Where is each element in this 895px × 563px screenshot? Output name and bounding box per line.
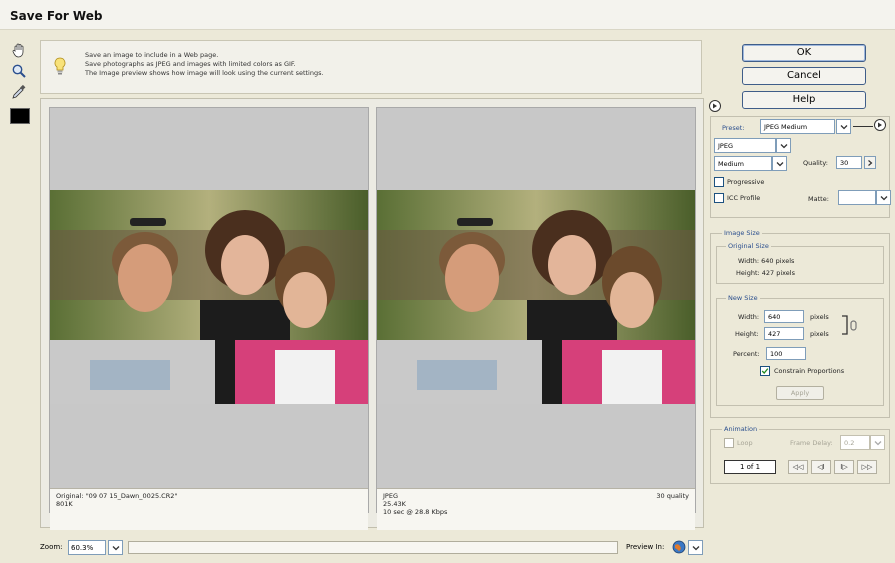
original-width-text: Width: 640 pixels [738,257,795,265]
chevron-down-icon[interactable] [772,156,787,171]
width-unit-label: pixels [810,313,829,321]
previous-frame-button[interactable]: ◁I [811,460,831,474]
info-line: The Image preview shows how image will l… [85,69,324,77]
chevron-down-icon[interactable] [870,435,885,450]
icc-profile-checkbox[interactable] [714,193,724,203]
width-input[interactable]: 640 [764,310,804,323]
globe-icon[interactable] [672,540,686,554]
optimized-photo [377,190,695,404]
icc-profile-label: ICC Profile [727,194,761,202]
new-size-title: New Size [726,294,760,302]
original-filesize: 801K [56,500,73,508]
progressive-checkbox[interactable] [714,177,724,187]
format-select[interactable]: JPEG [714,138,776,153]
next-frame-button[interactable]: I▷ [834,460,854,474]
title-bar: Save For Web [0,0,895,30]
zoom-icon[interactable] [8,61,30,81]
info-line: Save photographs as JPEG and images with… [85,60,296,68]
first-frame-button[interactable]: ◁◁ [788,460,808,474]
frame-delay-select[interactable]: 0.2 [840,435,870,450]
percent-input[interactable]: 100 [766,347,806,360]
chevron-down-icon[interactable] [108,540,123,555]
chevron-down-icon[interactable] [688,540,703,555]
constrain-proportions-checkbox[interactable] [760,366,770,376]
apply-button[interactable]: Apply [776,386,824,400]
help-button[interactable]: Help [742,91,866,109]
window-title: Save For Web [10,9,103,23]
cancel-button[interactable]: Cancel [742,67,866,85]
info-text: Save an image to include in a Web page. … [85,51,324,78]
image-size-title: Image Size [722,229,762,237]
chevron-down-icon[interactable] [776,138,791,153]
height-unit-label: pixels [810,330,829,338]
original-size-group [716,246,884,284]
menu-arrow-icon[interactable] [709,100,721,112]
zoom-label: Zoom: [40,543,63,551]
preset-connector-line [853,126,873,127]
optimized-quality-note: 30 quality [656,492,689,500]
menu-arrow-icon[interactable] [874,119,886,131]
optimized-preview-pane[interactable]: JPEG 25.43K 10 sec @ 28.8 Kbps 30 qualit… [376,107,696,530]
quality-label: Quality: [803,159,828,167]
original-height-text: Height: 427 pixels [736,269,795,277]
height-label: Height: [735,330,759,338]
optimized-format: JPEG [383,492,398,500]
frame-delay-label: Frame Delay: [790,439,833,447]
preview-in-label: Preview In: [626,543,665,551]
info-line: Save an image to include in a Web page. [85,51,219,59]
last-frame-button[interactable]: ▷▷ [857,460,877,474]
chevron-down-icon[interactable] [876,190,891,205]
eyedropper-icon[interactable] [8,82,30,102]
optimized-info-caption: JPEG 25.43K 10 sec @ 28.8 Kbps 30 qualit… [377,488,695,530]
quality-slider-arrow[interactable] [864,156,876,169]
preview-area: Original: "09 07 15_Dawn_0025.CR2" 801K [40,98,704,530]
optimized-download-time: 10 sec @ 28.8 Kbps [383,508,448,516]
matte-select[interactable] [838,190,876,205]
loop-checkbox[interactable] [724,438,734,448]
eyedropper-color-swatch[interactable] [10,108,30,124]
matte-label: Matte: [808,195,829,203]
constrain-proportions-label: Constrain Proportions [774,367,845,375]
zoom-field[interactable]: 60.3% [68,540,106,555]
percent-label: Percent: [733,350,760,358]
lightbulb-icon [54,57,66,75]
ok-button[interactable]: OK [742,44,866,62]
chevron-down-icon[interactable] [836,119,851,134]
frame-counter: 1 of 1 [724,460,776,474]
quality-input[interactable]: 30 [836,156,862,169]
status-field [128,541,618,554]
progressive-label: Progressive [727,178,765,186]
preset-label: Preset: [722,124,745,132]
info-bar: Save an image to include in a Web page. … [40,40,702,94]
hand-icon[interactable] [8,40,30,60]
height-input[interactable]: 427 [764,327,804,340]
optimized-filesize: 25.43K [383,500,406,508]
original-info-caption: Original: "09 07 15_Dawn_0025.CR2" 801K [50,488,368,530]
loop-label: Loop [737,439,753,447]
width-label: Width: [738,313,760,321]
preset-select[interactable]: JPEG Medium [760,119,835,134]
chain-link-icon [842,315,857,335]
quality-level-select[interactable]: Medium [714,156,772,171]
original-preview-pane[interactable]: Original: "09 07 15_Dawn_0025.CR2" 801K [49,107,369,530]
original-size-title: Original Size [726,242,771,250]
animation-title: Animation [722,425,760,433]
original-photo [50,190,368,404]
toolbox [8,40,34,124]
original-filename: Original: "09 07 15_Dawn_0025.CR2" [56,492,178,500]
zoom-bar: Zoom: 60.3% Preview In: [40,538,704,558]
